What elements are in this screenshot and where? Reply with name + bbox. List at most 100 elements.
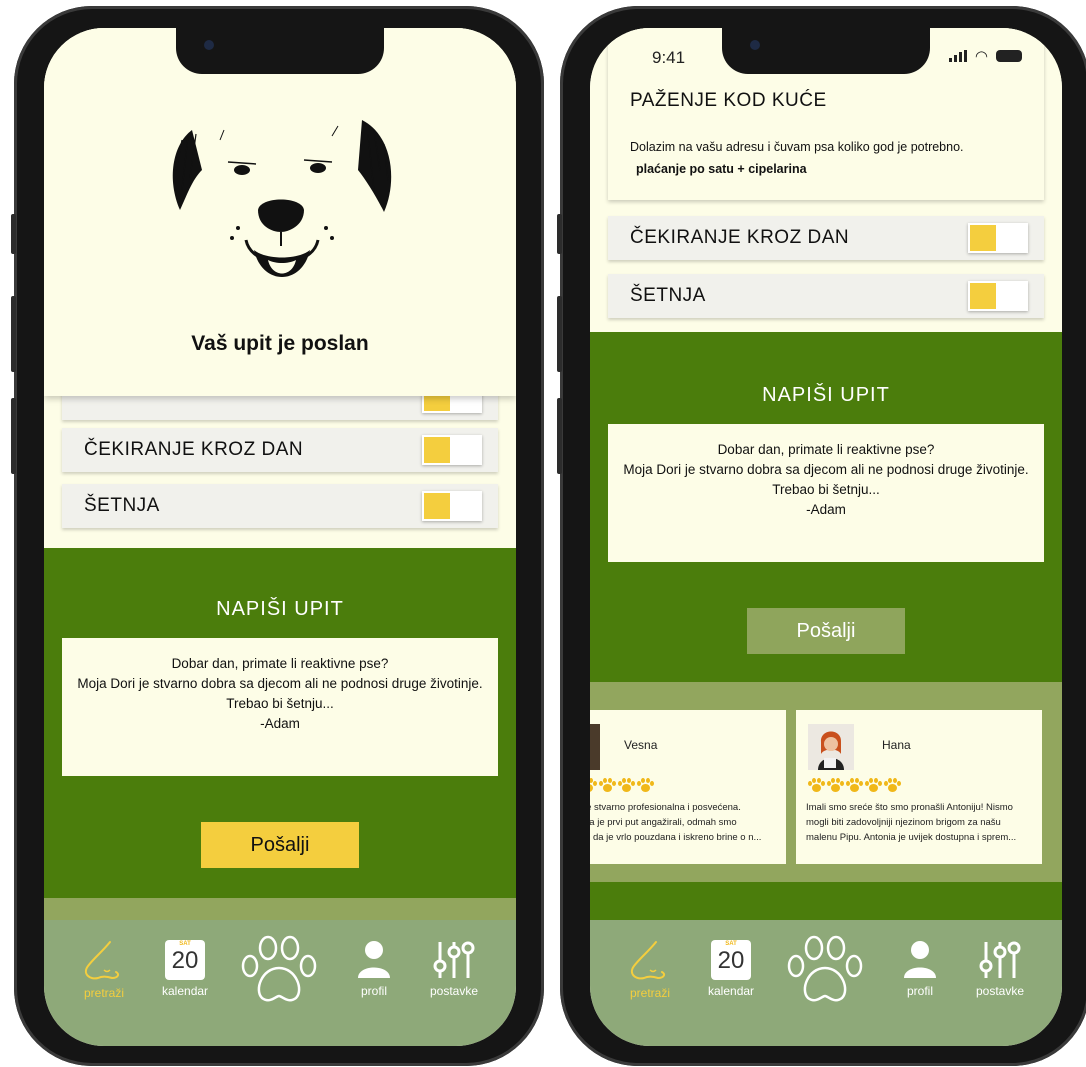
review-card-hana[interactable]: Hana Imali smo sreće što smo pronašli An… (796, 710, 1042, 864)
review-card-vesna[interactable]: Vesna je stvarno profesionalna i posveće… (590, 710, 786, 864)
nose-icon (84, 941, 120, 980)
section-divider (590, 882, 1062, 922)
status-icons: ◠ (948, 49, 1022, 64)
nav-label: pretraži (629, 986, 670, 1000)
nav-label: pretraži (83, 986, 124, 1000)
service-row-walk: ŠETNJA (608, 274, 1044, 318)
paw-rating-icon (884, 778, 901, 792)
message-line: Trebao bi šetnju... (772, 482, 880, 497)
inquiry-section: NAPIŠI UPIT Dobar dan, primate li reakti… (590, 332, 1062, 682)
service-row-checkin: ČEKIRANJE KROZ DAN (608, 216, 1044, 260)
service-card-pricing: plaćanje po satu + cipelarina (636, 162, 807, 176)
review-line: na je prvi put angažirali, odmah smo (590, 817, 737, 828)
inquiry-sent-dialog: Vaš upit je poslan (44, 28, 516, 396)
inquiry-sent-title: Vaš upit je poslan (191, 332, 369, 355)
message-line: Dobar dan, primate li reaktivne pse? (717, 442, 935, 457)
bottom-nav: pretraži SAT 20 kalendar profil postavke (44, 920, 516, 1046)
notch (176, 28, 384, 74)
nav-item-search[interactable]: pretraži (82, 940, 126, 1000)
message-line: Dobar dan, primate li reaktivne pse? (171, 656, 389, 671)
review-line: je stvarno profesionalna i posvećena. (590, 802, 741, 813)
inquiry-message-box[interactable]: Dobar dan, primate li reaktivne pse? Moj… (608, 424, 1044, 562)
message-line: -Adam (260, 716, 300, 731)
nav-item-search[interactable]: pretraži (628, 940, 672, 1000)
reviewer-avatar (590, 724, 600, 770)
screen-left: Vaš upit je poslan ČEKIRANJE KROZ DAN ŠE… (44, 28, 516, 1046)
reviewer-name: Vesna (624, 738, 658, 752)
phone-frame-right: 9:41 ◠ PAŽENJE KOD KUĆE Dolazim na vašu … (557, 6, 1086, 1066)
front-camera (204, 40, 214, 50)
nav-item-calendar[interactable]: SAT 20 kalendar (162, 940, 208, 998)
send-button[interactable]: Pošalji (201, 822, 359, 868)
paw-rating-icon (865, 778, 882, 792)
nav-label: kalendar (162, 984, 209, 998)
reviewer-avatar (808, 724, 854, 770)
rating-paws (808, 778, 901, 792)
service-label: ČEKIRANJE KROZ DAN (630, 227, 850, 248)
inquiry-heading: NAPIŠI UPIT (762, 384, 890, 406)
toggle-knob (424, 437, 450, 463)
walk-toggle[interactable] (968, 281, 1028, 311)
paw-rating-icon (599, 778, 616, 792)
reviewer-name: Hana (882, 738, 911, 752)
paw-rating-icon (808, 778, 825, 792)
inquiry-message-box[interactable]: Dobar dan, primate li reaktivne pse? Moj… (62, 638, 498, 776)
nav-item-calendar[interactable]: SAT 20 kalendar (708, 940, 754, 998)
screen-right: 9:41 ◠ PAŽENJE KOD KUĆE Dolazim na vašu … (590, 28, 1062, 1046)
profile-icon (358, 941, 390, 978)
nav-item-settings[interactable]: postavke (430, 940, 478, 998)
nav-item-home[interactable] (240, 934, 320, 1004)
volume-up-button (557, 296, 562, 372)
volume-down-button (557, 398, 562, 474)
signal-icon (948, 50, 967, 62)
service-label: ŠETNJA (630, 285, 706, 306)
message-line: Moja Dori je stvarno dobra sa djecom ali… (623, 462, 1029, 477)
nav-item-profile[interactable]: profil (356, 940, 392, 998)
service-card-description: Dolazim na vašu adresu i čuvam psa kolik… (630, 140, 964, 154)
paw-rating-icon (590, 778, 597, 792)
mute-switch (11, 214, 16, 254)
phone-frame-left: Vaš upit je poslan ČEKIRANJE KROZ DAN ŠE… (11, 6, 544, 1066)
service-row-checkin: ČEKIRANJE KROZ DAN (62, 428, 498, 472)
review-text: je stvarno profesionalna i posvećena. na… (590, 800, 782, 845)
status-time: 9:41 (652, 48, 686, 67)
nav-label: profil (360, 984, 387, 998)
calendar-icon: SAT 20 (165, 940, 206, 980)
paw-rating-icon (637, 778, 654, 792)
paw-rating-icon (846, 778, 863, 792)
battery-icon (996, 50, 1022, 62)
sliders-icon (433, 941, 475, 978)
paw-rating-icon (618, 778, 635, 792)
notch (722, 28, 930, 74)
walk-toggle[interactable] (422, 491, 482, 521)
profile-icon (904, 941, 936, 978)
volume-down-button (11, 398, 16, 474)
service-card-title: PAŽENJE KOD KUĆE (630, 90, 827, 111)
sliders-icon (979, 941, 1021, 978)
mute-switch (557, 214, 562, 254)
toggle-knob (970, 225, 996, 251)
calendar-icon: SAT 20 (711, 940, 752, 980)
nav-item-settings[interactable]: postavke (976, 940, 1024, 998)
rating-paws (590, 778, 654, 792)
review-line: Imali smo sreće što smo pronašli Antonij… (806, 802, 1013, 813)
paw-rating-icon (827, 778, 844, 792)
nav-label: postavke (976, 984, 1025, 998)
inquiry-heading: NAPIŠI UPIT (216, 598, 344, 620)
nav-item-home[interactable] (786, 934, 866, 1004)
review-text: Imali smo sreće što smo pronašli Antonij… (806, 800, 1036, 845)
review-line: malenu Pipu. Antonia je uvijek dostupna … (806, 832, 1017, 843)
paw-icon (241, 935, 317, 1002)
nav-item-profile[interactable]: profil (902, 940, 938, 998)
review-line: mogli biti zadovoljniji njezinom brigom … (806, 817, 1001, 828)
message-line: Moja Dori je stvarno dobra sa djecom ali… (77, 676, 483, 691)
checkin-toggle[interactable] (422, 435, 482, 465)
nav-label: postavke (430, 984, 479, 998)
reviewer-photo (808, 724, 854, 770)
checkin-toggle[interactable] (968, 223, 1028, 253)
message-line: Trebao bi šetnju... (226, 696, 334, 711)
service-label: ŠETNJA (84, 495, 160, 516)
send-button-disabled[interactable]: Pošalji (747, 608, 905, 654)
dog-face-illustration (172, 120, 392, 277)
nav-label: profil (906, 984, 933, 998)
